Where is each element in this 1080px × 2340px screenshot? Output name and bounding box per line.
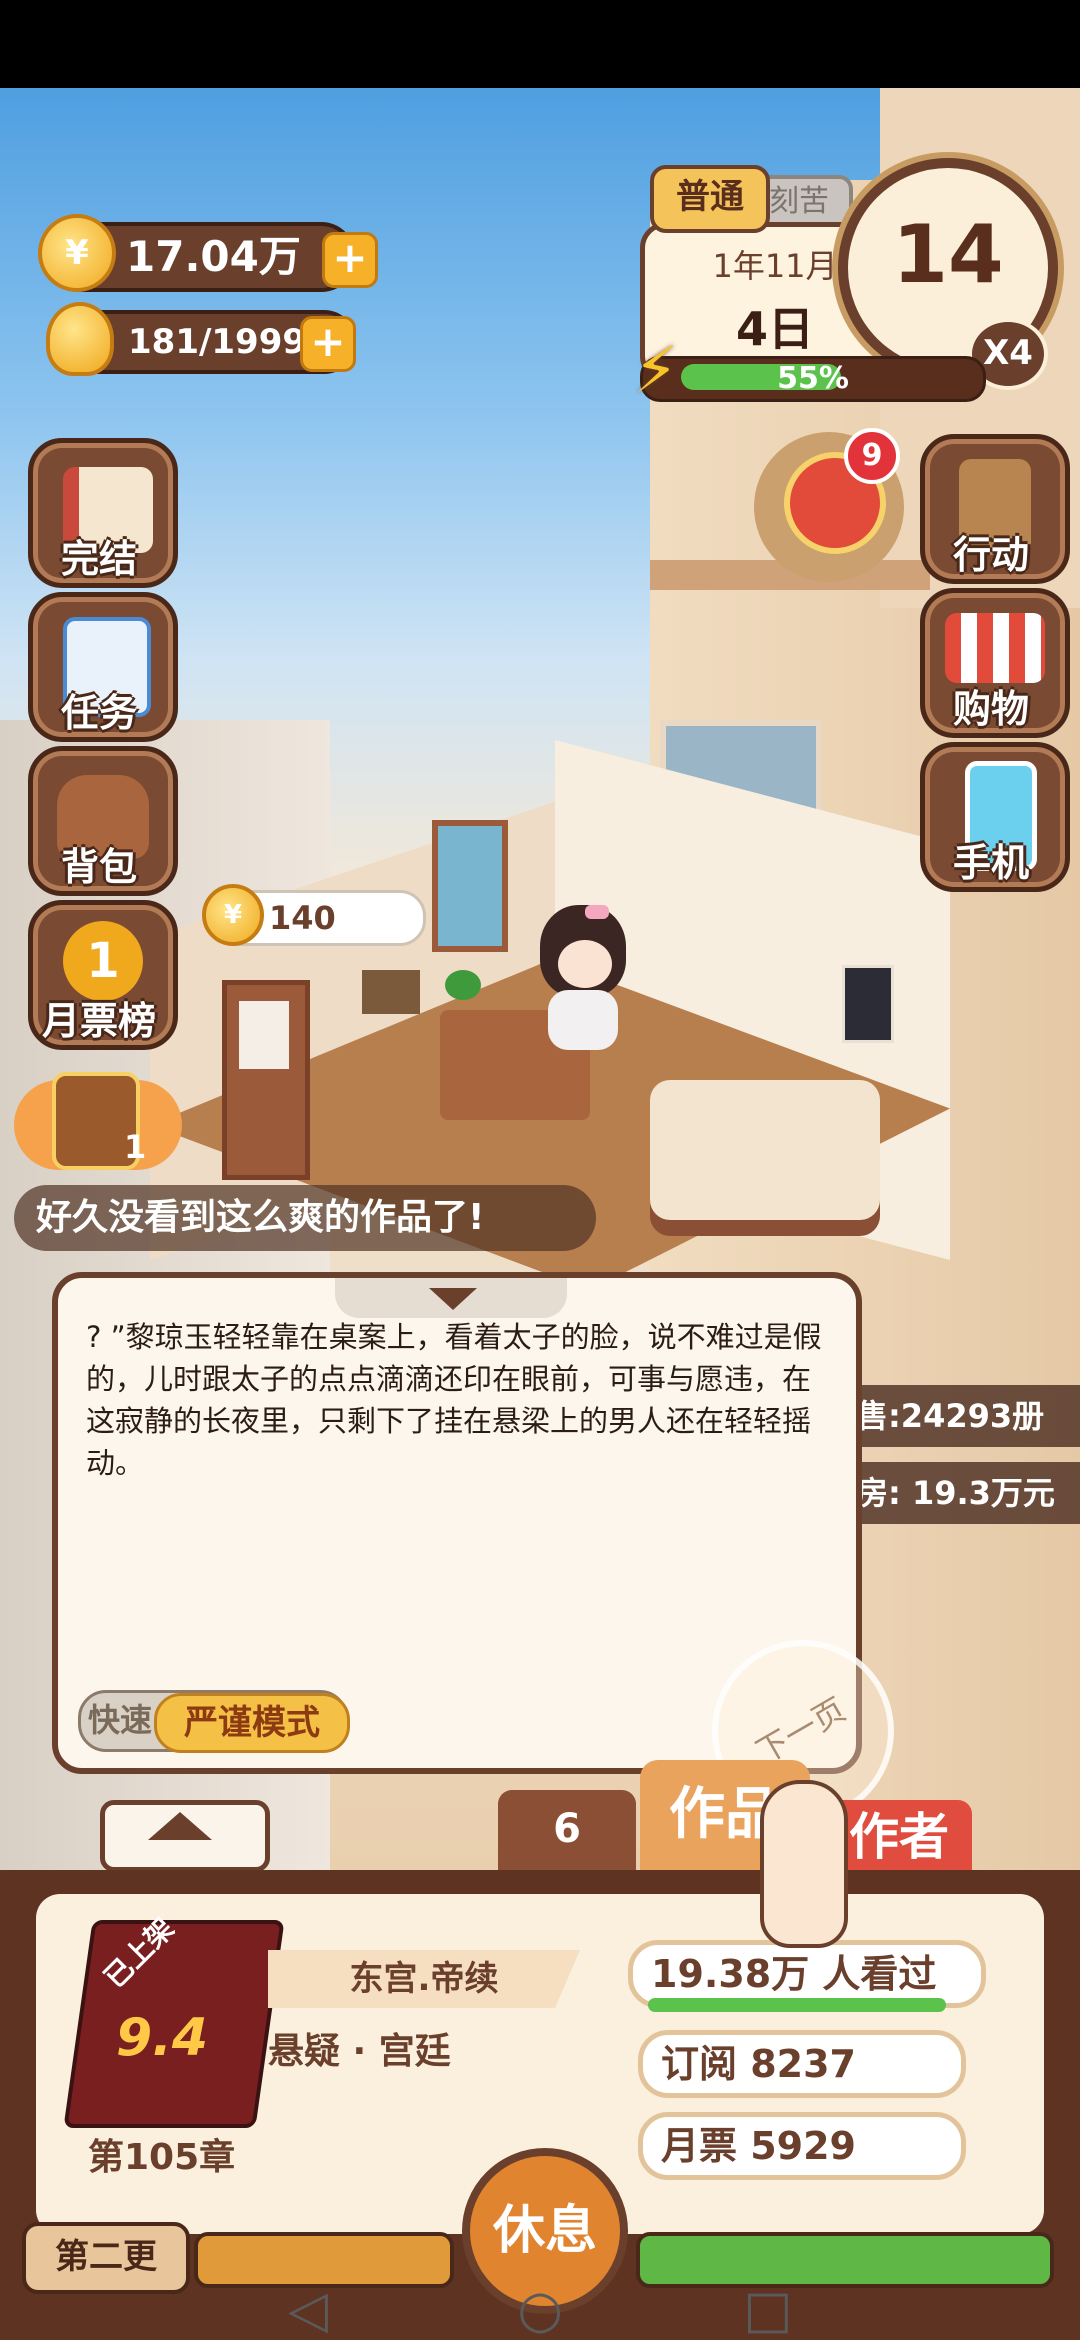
count-tab-value: 6 [553,1806,581,1852]
completed-label: 完结 [60,537,137,581]
fast-mode-option[interactable]: 快速 [88,1690,152,1750]
coin-reward-amount: 140 [269,899,336,937]
chest-count: 1 [124,1128,147,1166]
tutorial-hand-pointer [760,1780,848,1948]
room-window [432,820,508,952]
shop-icon [945,613,1045,683]
income-stat: 房: 19.3万元 [840,1462,1080,1524]
book-score: 9.4 [116,2008,209,2068]
back-icon[interactable]: ◁ [268,2280,348,2340]
potted-plant [445,970,481,1000]
reader-comment: 好久没看到这么爽的作品了! [14,1185,596,1251]
subscriptions-stat: 订阅 8237 [638,2030,966,2098]
energy-balance: 181/1999 [128,322,307,362]
coin-icon: ¥ [38,214,116,292]
strict-mode-option[interactable]: 严谨模式 [154,1693,350,1753]
wall-poster [842,965,894,1043]
backpack-label: 背包 [60,845,137,889]
tasks-label: 任务 [60,691,137,735]
energy-bar: 55% [640,356,986,402]
phone-label: 手机 [952,841,1029,885]
book-genre: 悬疑 · 宫廷 [268,2031,451,2072]
bed [650,1080,880,1220]
coin-icon: ¥ [202,884,264,946]
monthly-tickets-stat: 月票 5929 [638,2112,966,2180]
views-progress [648,1998,946,2012]
energy-percent: 55% [777,361,849,396]
chevron-down-icon[interactable] [429,1288,477,1310]
bookshelf [362,970,420,1014]
action-label: 行动 [952,533,1029,577]
hair-bow [585,905,609,919]
monthly-ticket-label: 月票榜 [41,999,156,1043]
writer-character-body [548,990,618,1050]
story-text: ? ”黎琼玉轻轻靠在桌案上，看着太子的脸，说不难过是假的，儿时跟太子的点点滴滴还… [86,1320,822,1480]
home-icon[interactable]: ○ [500,2280,580,2340]
shop-label: 购物 [952,687,1029,731]
room-door[interactable] [222,980,310,1180]
ticket-coin-icon: 1 [63,921,143,1001]
clock-hour: 14 [892,208,1004,301]
add-energy-button[interactable]: + [300,316,356,372]
sales-stat: 售:24293册 [840,1385,1080,1447]
writer-character-face [558,940,612,988]
chevron-up-icon [148,1812,212,1840]
door-glass [239,1001,289,1069]
chapter-label: 第105章 [88,2137,236,2178]
lightning-icon: ⚡ [633,334,679,408]
status-bar [0,0,1080,88]
recent-apps-icon[interactable]: □ [728,2280,808,2340]
lightbulb-icon [46,302,114,376]
coin-balance: 17.04万 [126,232,301,281]
system-nav-bar: ◁ ○ □ [0,2280,1080,2340]
book-title: 东宫.帝续 [268,1950,580,2008]
notification-badge: 9 [844,428,900,484]
add-coins-button[interactable]: + [322,232,378,288]
normal-mode-tag[interactable]: 普通 [650,165,770,233]
